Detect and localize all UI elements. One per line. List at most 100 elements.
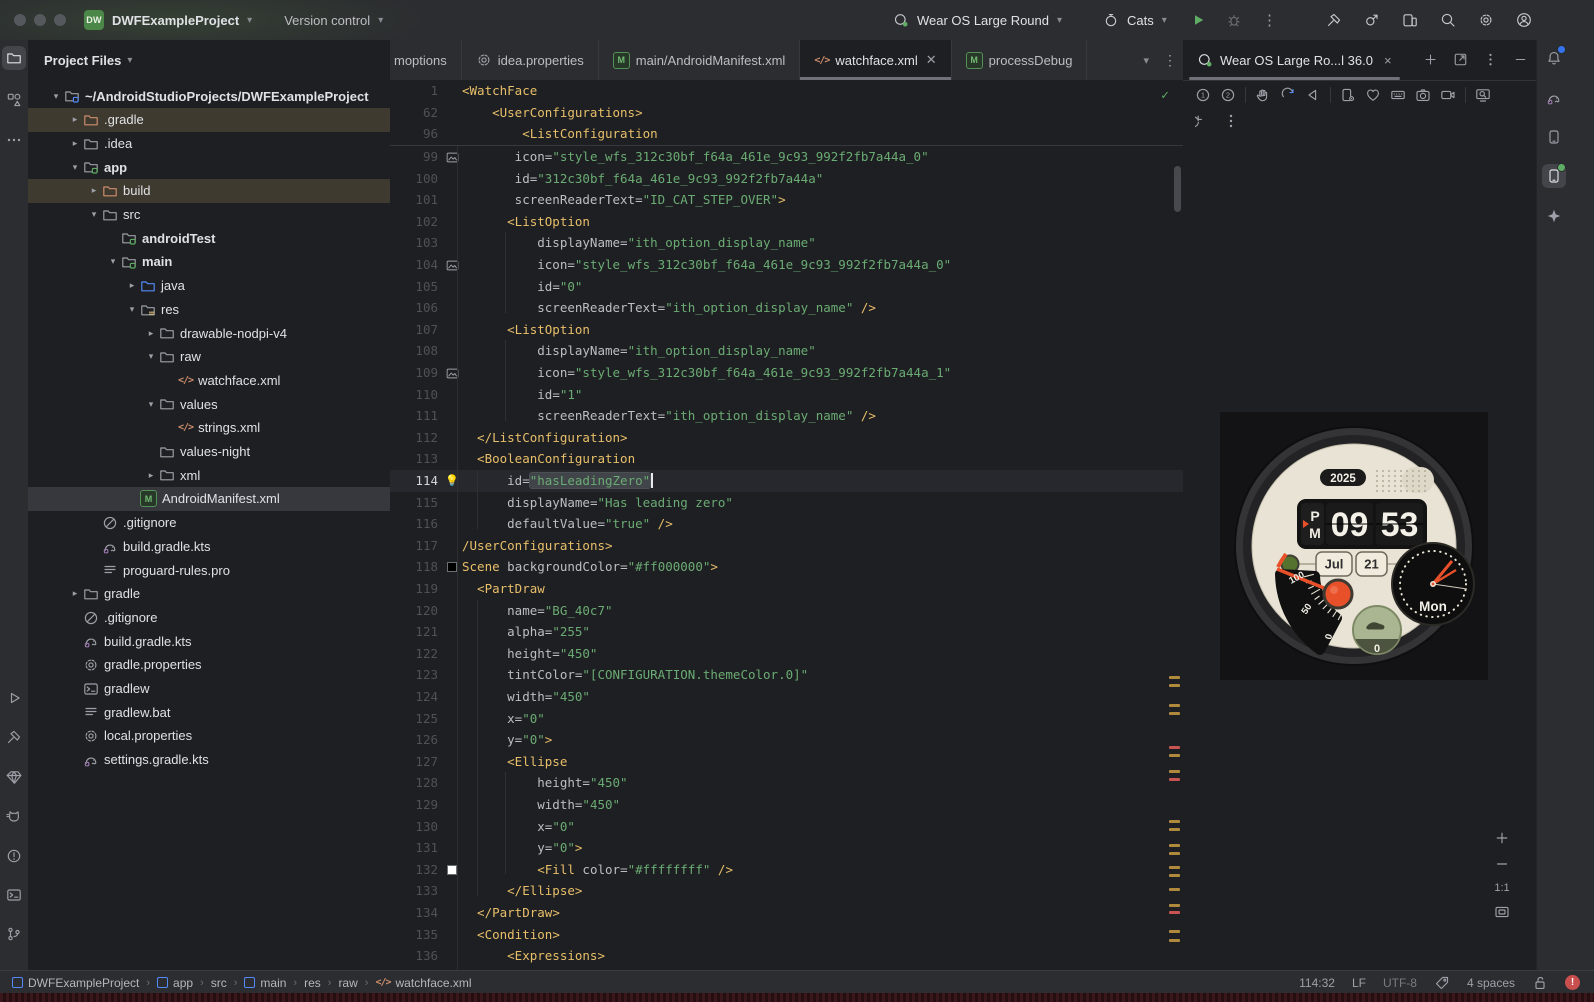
device-screen[interactable]: 2025 P M 09 53 Jul 21 Mon 100 50 0 0 [1220,412,1488,680]
code-line-115[interactable]: 115 displayName="Has leading zero" [390,492,1183,514]
change-marker[interactable] [1169,754,1180,757]
chevron-icon[interactable]: ▸ [86,185,102,196]
change-marker[interactable] [1169,874,1180,877]
code-line-101[interactable]: 101 screenReaderText="ID_CAT_STEP_OVER"> [390,189,1183,211]
tree-item-src[interactable]: ▾ src [28,203,390,227]
zoom-in-button[interactable] [1494,830,1510,846]
rotate-icon[interactable] [1280,86,1296,104]
code-line-110[interactable]: 110 id="1" [390,384,1183,406]
open-in-new-window-icon[interactable] [1453,51,1468,69]
code-line-121[interactable]: 121 alpha="255" [390,621,1183,643]
tree-item-values[interactable]: ▾ values [28,392,390,416]
code-line-106[interactable]: 106 screenReaderText="ith_option_display_… [390,297,1183,319]
hide-icon[interactable] [1513,51,1528,69]
tree-item-strings.xml[interactable]: </> strings.xml [28,416,390,440]
code-line-99[interactable]: 99 icon="style_wfs_312c30bf_f64a_461e_9c9… [390,146,1183,168]
indent-setting[interactable]: 4 spaces [1467,976,1515,990]
tree-item-.gitignore[interactable]: .gitignore [28,511,390,535]
chevron-icon[interactable]: ▾ [67,162,83,173]
close-window-icon[interactable] [14,14,26,26]
breadcrumb-res[interactable]: res [304,976,321,990]
tree-item-AndroidManifest.xml[interactable]: M AndroidManifest.xml [28,486,390,511]
tree-item-.idea[interactable]: ▸ .idea [28,131,390,155]
tree-item-androidTest[interactable]: androidTest [28,226,390,250]
tool-project-icon[interactable] [2,46,26,70]
chevron-icon[interactable]: ▾ [86,209,102,220]
editor-tab-main-AndroidManifest.xml[interactable]: Mmain/AndroidManifest.xml [599,40,801,80]
lock-icon[interactable] [1532,975,1548,991]
code-line-130[interactable]: 130 x="0" [390,816,1183,838]
inspections-ok-icon[interactable]: ✓ [1161,88,1169,103]
tree-item-main[interactable]: ▾ main [28,250,390,274]
tree-item-AndroidStudioProjectsDWFExampleProject[interactable]: ▾ ~/AndroidStudioProjects/DWFExampleProje… [28,84,390,108]
profiler-icon[interactable] [1364,11,1380,29]
editor-scrollbar[interactable] [1174,166,1181,212]
chevron-icon[interactable]: ▾ [124,304,140,315]
button-2-icon[interactable]: 2 [1220,86,1236,104]
tree-item-local.properties[interactable]: local.properties [28,724,390,748]
zoom-window-icon[interactable] [54,14,66,26]
code-line-103[interactable]: 103 displayName="ith_option_display_name" [390,232,1183,254]
debug-button[interactable] [1226,11,1242,29]
change-marker[interactable] [1169,904,1180,907]
tool-running-devices-icon[interactable] [1542,163,1566,188]
change-marker[interactable] [1169,911,1180,914]
device-manager-icon[interactable] [1402,11,1418,29]
editor-tab-processDebug[interactable]: MprocessDebug [952,40,1088,80]
tool-resource-manager-icon[interactable] [2,88,26,112]
code-line-116[interactable]: 116 defaultValue="true" /> [390,513,1183,535]
code-line-120[interactable]: 120 name="BG_40c7" [390,600,1183,622]
tool-problems-icon[interactable] [2,844,26,868]
camera-snapshot-icon[interactable] [1415,86,1431,104]
file-encoding[interactable]: UTF-8 [1383,976,1417,990]
breadcrumb-main[interactable]: main [244,976,286,990]
tool-run-icon[interactable] [2,686,26,710]
zoom-out-button[interactable] [1494,856,1510,872]
change-marker[interactable] [1169,820,1180,823]
screen-search-icon[interactable] [1475,86,1491,104]
chevron-icon[interactable]: ▾ [105,256,121,267]
code-line-62[interactable]: 62 <UserConfigurations> [390,102,1183,124]
code-line-113[interactable]: 113 <BooleanConfiguration [390,448,1183,470]
add-icon[interactable] [1423,51,1438,69]
chevron-icon[interactable]: ▾ [48,91,64,102]
tree-item-xml[interactable]: ▸ xml [28,463,390,487]
code-line-102[interactable]: 102 <ListOption [390,211,1183,233]
search-icon[interactable] [1440,11,1456,29]
code-line-112[interactable]: 112 </ListConfiguration> [390,427,1183,449]
tool-more-icon[interactable] [2,128,26,152]
tree-item-java[interactable]: ▸ java [28,274,390,298]
tool-app-quality-insights-icon[interactable] [2,765,26,789]
tree-item-settings.gradle.kts[interactable]: settings.gradle.kts [28,748,390,772]
change-marker[interactable] [1169,888,1180,891]
color-preview-white[interactable] [447,864,457,875]
tree-item-gradle[interactable]: ▸ gradle [28,582,390,606]
code-line-108[interactable]: 108 displayName="ith_option_display_name" [390,340,1183,362]
code-line-123[interactable]: 123 tintColor="[CONFIGURATION.themeColor.… [390,664,1183,686]
code-line-131[interactable]: 131 y="0"> [390,837,1183,859]
device-selector[interactable]: Wear OS Large Round ▾ [893,0,1062,40]
breadcrumb-src[interactable]: src [211,976,227,990]
code-line-126[interactable]: 126 y="0"> [390,729,1183,751]
change-marker[interactable] [1169,844,1180,847]
tool-build-icon[interactable] [2,725,26,749]
code-line-135[interactable]: 135 <Condition> [390,924,1183,946]
code-line-124[interactable]: 124 width="450" [390,686,1183,708]
tree-item-.gitignore[interactable]: .gitignore [28,605,390,629]
color-preview-black[interactable] [447,562,457,573]
hand-mode-icon[interactable] [1255,86,1271,104]
change-marker[interactable] [1169,866,1180,869]
project-name-button[interactable]: DWFExampleProject [112,13,239,28]
chevron-icon[interactable]: ▾ [143,351,159,362]
traffic-lights[interactable] [14,0,66,40]
code-line-132[interactable]: 132 <Fill color="#ffffffff" /> [390,859,1183,881]
tree-item-raw[interactable]: ▾ raw [28,345,390,369]
project-view-title[interactable]: Project Files [44,53,121,68]
code-line-107[interactable]: 107 <ListOption [390,319,1183,341]
zoom-fit-button[interactable] [1494,904,1510,920]
build-hammer-icon[interactable] [1326,11,1342,29]
minimize-window-icon[interactable] [34,14,46,26]
close-tab-icon[interactable]: ✕ [926,52,937,68]
tool-terminal-icon[interactable] [2,883,26,907]
editor-tab-moptions[interactable]: moptions [390,40,462,80]
